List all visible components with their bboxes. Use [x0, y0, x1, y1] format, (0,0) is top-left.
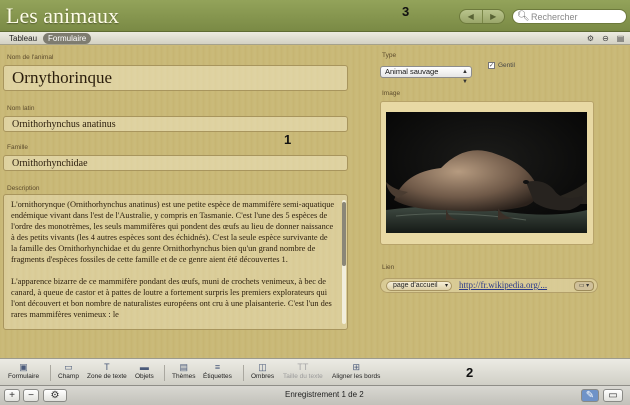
tool-zone-de-texte[interactable]: T Zone de texte: [87, 362, 127, 380]
link-url[interactable]: http://fr.wikipedia.org/...: [459, 280, 547, 290]
marker-1: 1: [284, 132, 292, 147]
family-label: Famille: [7, 144, 28, 151]
labels-icon: ≡: [214, 362, 221, 372]
description-scroll-thumb[interactable]: [342, 202, 346, 266]
chevron-down-icon: ▲ ▼: [462, 69, 468, 85]
tool-aligner-les-bords[interactable]: ⊞ Aligner les bords: [332, 362, 380, 380]
edit-mode-button[interactable]: ✎: [581, 389, 599, 402]
layout-icon[interactable]: ▤: [615, 33, 626, 44]
tool-label: Zone de texte: [87, 373, 127, 380]
description-paragraph: L'apparence bizarre de ce mammifère pond…: [11, 277, 332, 319]
search-input[interactable]: 🔍︎ Rechercher: [512, 9, 627, 24]
type-select-value: Animal sauvage: [385, 67, 439, 76]
title-bar: Les animaux 3 ◀ ▶ 🔍︎ Rechercher: [0, 0, 630, 32]
previous-record-button[interactable]: ◀: [460, 10, 482, 23]
link-label: Lien: [382, 264, 395, 271]
description-label: Description: [7, 185, 40, 192]
link-type-select[interactable]: page d'accueil ▾: [386, 281, 452, 291]
minus-icon[interactable]: ⊖: [600, 33, 611, 44]
add-record-button[interactable]: +: [4, 389, 20, 402]
platypus-image: [386, 112, 587, 233]
name-field[interactable]: Ornythorinque: [3, 65, 348, 91]
platypus-illustration: [386, 112, 587, 233]
shadows-icon: ◫: [258, 362, 267, 372]
app-title: Les animaux: [6, 3, 120, 28]
link-options-button[interactable]: ▭ ▾: [574, 281, 594, 291]
tool-label: Ombres: [251, 373, 275, 380]
text-size-icon: TT: [297, 362, 309, 372]
tool-label: Formulaire: [8, 373, 40, 380]
search-placeholder: Rechercher: [531, 11, 578, 22]
chevron-down-icon: ▾: [444, 283, 448, 289]
view-mode-button[interactable]: ▭: [603, 389, 623, 402]
objects-icon: ▬: [139, 362, 149, 372]
tool-objets[interactable]: ▬ Objets: [135, 362, 154, 380]
status-bar: + − ⚙ Enregistrement 1 de 2 ✎ ▭: [0, 385, 630, 405]
align-icon: ⊞: [352, 362, 360, 372]
gentil-label: Gentil: [498, 62, 515, 69]
tool-label: Aligner les bords: [332, 373, 381, 380]
tool-ombres[interactable]: ◫ Ombres: [251, 362, 274, 380]
tool-themes[interactable]: ▤ Thèmes: [172, 362, 195, 380]
tool-label: Champ: [58, 373, 79, 380]
form-area: Nom de l'animal Ornythorinque Nom latin …: [0, 46, 630, 358]
gentil-checkbox[interactable]: ✓ Gentil: [488, 62, 515, 69]
latin-name-field[interactable]: Ornithorhynchus anatinus: [3, 116, 348, 132]
image-field[interactable]: [380, 101, 594, 245]
tool-champ[interactable]: ▭ Champ: [58, 362, 79, 380]
action-menu-button[interactable]: ⚙: [43, 389, 67, 402]
tool-label: Taille du texte: [283, 373, 323, 380]
mode-bar: Tableau Formulaire ⚙ ⊖ ▤: [0, 32, 630, 45]
tab-formulaire[interactable]: Formulaire: [43, 33, 92, 44]
bottom-toolbar: ▣ Formulaire ▭ Champ T Zone de texte ▬ O…: [0, 358, 630, 385]
textbox-icon: T: [104, 362, 110, 372]
remove-record-button[interactable]: −: [23, 389, 39, 402]
image-label: Image: [382, 90, 401, 97]
tool-label: Étiquettes: [203, 373, 232, 380]
tool-etiquettes[interactable]: ≡ Étiquettes: [203, 362, 232, 380]
type-label: Type: [382, 52, 397, 59]
record-navigation: ◀ ▶: [459, 9, 505, 24]
marker-2: 2: [466, 365, 474, 380]
checkbox-icon: ✓: [488, 62, 495, 69]
next-record-button[interactable]: ▶: [481, 10, 505, 23]
family-field[interactable]: Ornithorhynchidae: [3, 155, 348, 171]
tab-tableau[interactable]: Tableau: [4, 33, 42, 44]
separator: [50, 365, 51, 381]
form-icon: ▣: [19, 362, 28, 372]
record-count: Enregistrement 1 de 2: [285, 390, 364, 399]
tool-formulaire[interactable]: ▣ Formulaire: [8, 362, 39, 380]
search-icon: 🔍︎: [517, 11, 530, 22]
field-icon: ▭: [64, 362, 73, 372]
description-field[interactable]: L'ornithorynque (Ornithorhynchus anatinu…: [3, 194, 348, 330]
tool-label: Thèmes: [172, 373, 196, 380]
name-label: Nom de l'animal: [7, 54, 54, 61]
type-select[interactable]: Animal sauvage ▲ ▼: [380, 66, 472, 85]
tool-taille-du-texte: TT Taille du texte: [283, 362, 323, 380]
separator: [243, 365, 244, 381]
tool-label: Objets: [135, 373, 154, 380]
latin-label: Nom latin: [7, 105, 35, 112]
description-paragraph: L'ornithorynque (Ornithorhynchus anatinu…: [11, 200, 335, 264]
gear-icon[interactable]: ⚙: [585, 33, 596, 44]
link-field: page d'accueil ▾ http://fr.wikipedia.org…: [380, 278, 598, 293]
themes-icon: ▤: [179, 362, 188, 372]
link-type-value: page d'accueil: [393, 282, 438, 289]
marker-3: 3: [402, 4, 410, 19]
gear-icon: ⚙: [50, 390, 60, 401]
separator: [164, 365, 165, 381]
